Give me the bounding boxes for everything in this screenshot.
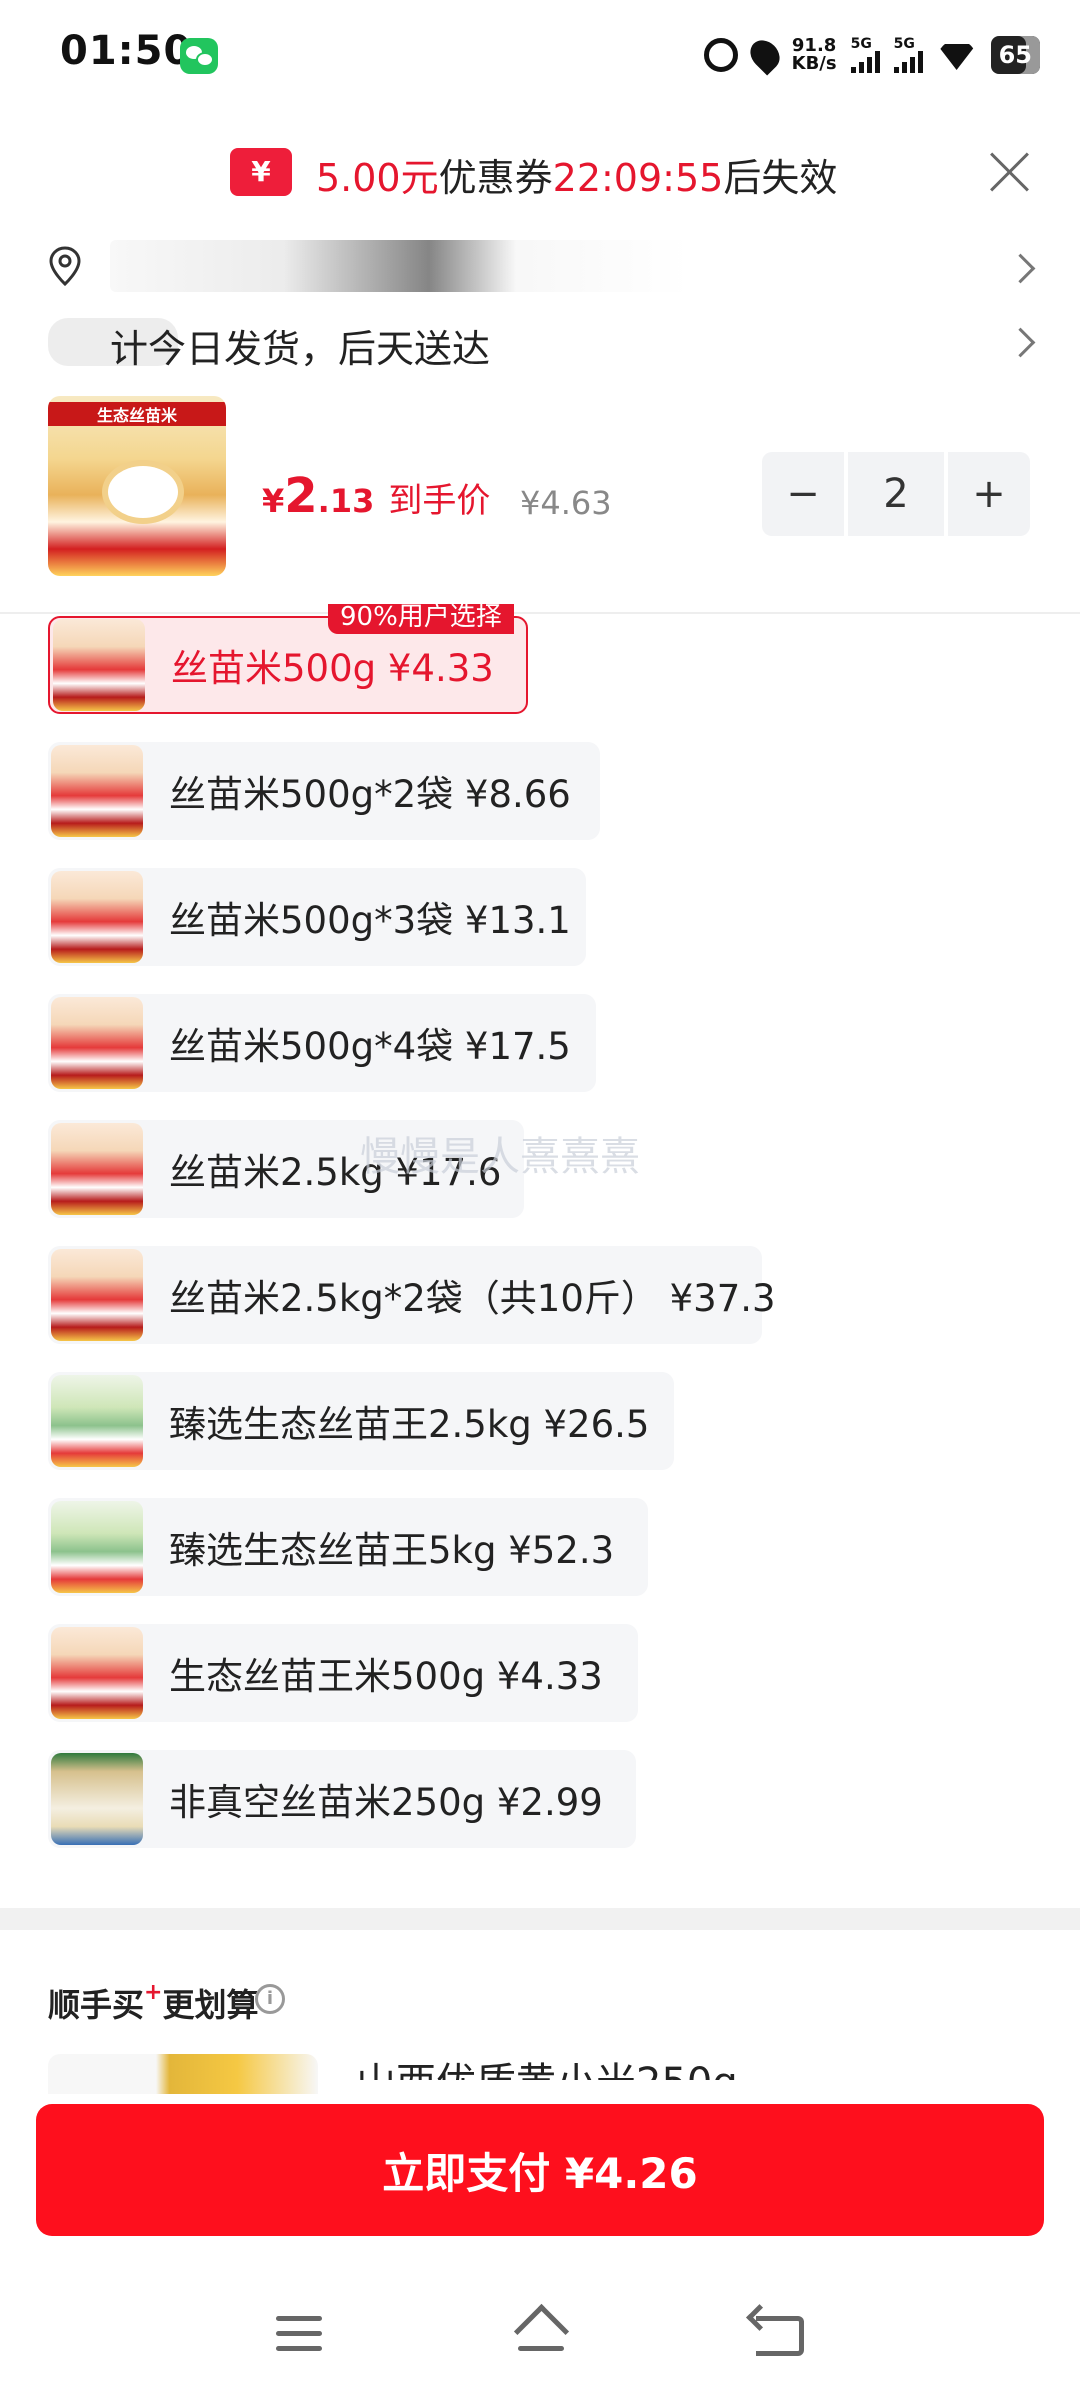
signal-bars-icon bbox=[893, 51, 923, 73]
menu-icon[interactable] bbox=[276, 2316, 322, 2352]
signal-bars-icon bbox=[850, 51, 880, 73]
sku-thumbnail bbox=[53, 619, 145, 711]
decrease-quantity-button[interactable]: − bbox=[762, 452, 844, 536]
increase-quantity-button[interactable]: + bbox=[948, 452, 1030, 536]
sku-option-2[interactable]: 丝苗米500g*2袋 ¥8.66 bbox=[48, 742, 600, 840]
rice-bowl-icon bbox=[108, 466, 178, 518]
sku-option-10[interactable]: 非真空丝苗米250g ¥2.99 bbox=[48, 1750, 636, 1848]
delivery-text[interactable]: 计今日发货，后天送达 bbox=[110, 318, 490, 373]
sku-option-7[interactable]: 臻选生态丝苗王2.5kg ¥26.5 bbox=[48, 1372, 674, 1470]
sku-thumbnail bbox=[51, 1249, 143, 1341]
section-separator bbox=[0, 1908, 1080, 1930]
coupon-icon: ¥ bbox=[230, 148, 292, 196]
sku-label: 臻选生态丝苗王2.5kg ¥26.5 bbox=[169, 1403, 650, 1446]
coupon-countdown: 22:09:55 bbox=[552, 156, 724, 200]
watermark-text: 慢慢是人熹熹熹 bbox=[360, 1134, 640, 1180]
location-pin-icon bbox=[744, 34, 786, 76]
coupon-label: 优惠券 bbox=[438, 156, 553, 200]
final-price: ¥2.13 到手价 bbox=[262, 468, 490, 524]
delivery-chevron-icon[interactable] bbox=[1005, 327, 1036, 358]
sku-thumbnail bbox=[51, 1375, 143, 1467]
product-image: 生态丝苗米 bbox=[48, 396, 226, 576]
back-icon[interactable] bbox=[756, 2316, 804, 2356]
status-icons: 91.8 KB/s 5G 5G 65 bbox=[703, 32, 1040, 78]
sku-thumbnail bbox=[51, 1627, 143, 1719]
divider bbox=[0, 612, 1080, 614]
close-icon[interactable] bbox=[988, 150, 1032, 194]
popular-badge: 90%用户选择 bbox=[328, 604, 514, 634]
sku-option-6[interactable]: 丝苗米2.5kg*2袋（共10斤） ¥37.3 bbox=[48, 1246, 776, 1344]
sku-option-9[interactable]: 生态丝苗王米500g ¥4.33 bbox=[48, 1624, 638, 1722]
sku-label: 生态丝苗王米500g ¥4.33 bbox=[169, 1655, 603, 1698]
addon-product-title[interactable]: 山西优质黄小米250g bbox=[356, 2050, 738, 2080]
sku-label: 丝苗米500g*3袋 ¥13.1 bbox=[169, 899, 571, 942]
sim2-network-type: 5G bbox=[893, 36, 915, 52]
status-time: 01:50 bbox=[60, 28, 193, 74]
price-decimal: .13 bbox=[317, 482, 375, 520]
price-integer: 2 bbox=[284, 468, 318, 524]
coupon-countdown-text: 5.00元优惠券22:09:55后失效 bbox=[316, 147, 837, 202]
original-price: ¥4.63 bbox=[520, 484, 612, 522]
addon-section-title: 顺手买+更划算 bbox=[48, 1980, 258, 2026]
coupon-amount: 5.00元 bbox=[316, 156, 439, 200]
sku-label: 臻选生态丝苗王5kg ¥52.3 bbox=[169, 1529, 615, 1572]
network-speed-unit: KB/s bbox=[791, 53, 837, 74]
addon-title-part2: 更划算 bbox=[162, 1986, 259, 2024]
pay-now-button[interactable]: 立即支付 ¥4.26 bbox=[36, 2104, 1044, 2236]
sku-option-4[interactable]: 丝苗米500g*4袋 ¥17.5 bbox=[48, 994, 596, 1092]
sku-label: 丝苗米500g ¥4.33 bbox=[171, 647, 494, 690]
sku-thumbnail bbox=[51, 1753, 143, 1845]
sku-option-3[interactable]: 丝苗米500g*3袋 ¥13.1 bbox=[48, 868, 586, 966]
sku-label: 丝苗米500g*2袋 ¥8.66 bbox=[169, 773, 571, 816]
wifi-icon bbox=[937, 40, 977, 70]
sku-thumbnail bbox=[51, 1501, 143, 1593]
sku-thumbnail bbox=[51, 997, 143, 1089]
coupon-suffix: 后失效 bbox=[723, 156, 838, 200]
addon-product-image[interactable] bbox=[48, 2054, 318, 2094]
info-icon[interactable]: i bbox=[255, 1984, 285, 2014]
sku-option-8[interactable]: 臻选生态丝苗王5kg ¥52.3 bbox=[48, 1498, 648, 1596]
network-speed: 91.8 KB/s bbox=[792, 37, 837, 73]
alarm-icon bbox=[703, 38, 738, 72]
addon-title-part1: 顺手买 bbox=[48, 1986, 145, 2024]
sim1-network-type: 5G bbox=[850, 36, 872, 52]
sku-thumbnail bbox=[51, 1123, 143, 1215]
location-icon bbox=[49, 246, 81, 286]
sku-label: 非真空丝苗米250g ¥2.99 bbox=[169, 1781, 603, 1824]
quantity-stepper: − 2 + bbox=[762, 452, 1032, 536]
quantity-value[interactable]: 2 bbox=[848, 452, 944, 536]
address-text-redacted[interactable] bbox=[110, 240, 690, 292]
price-currency: ¥ bbox=[262, 482, 285, 520]
battery-level: 65 bbox=[990, 36, 1040, 74]
product-image-banner: 生态丝苗米 bbox=[48, 402, 226, 426]
address-chevron-icon[interactable] bbox=[1005, 253, 1036, 284]
plus-accent-icon: + bbox=[144, 1980, 163, 2005]
sku-label: 丝苗米2.5kg*2袋（共10斤） ¥37.3 bbox=[169, 1277, 776, 1320]
sku-thumbnail bbox=[51, 871, 143, 963]
signal-sim1: 5G bbox=[850, 36, 880, 73]
home-icon[interactable] bbox=[512, 2312, 568, 2356]
sku-label: 丝苗米500g*4袋 ¥17.5 bbox=[169, 1025, 571, 1068]
price-label: 到手价 bbox=[388, 481, 491, 521]
signal-sim2: 5G bbox=[893, 36, 923, 73]
wechat-notification-icon bbox=[180, 38, 218, 74]
sku-thumbnail bbox=[51, 745, 143, 837]
